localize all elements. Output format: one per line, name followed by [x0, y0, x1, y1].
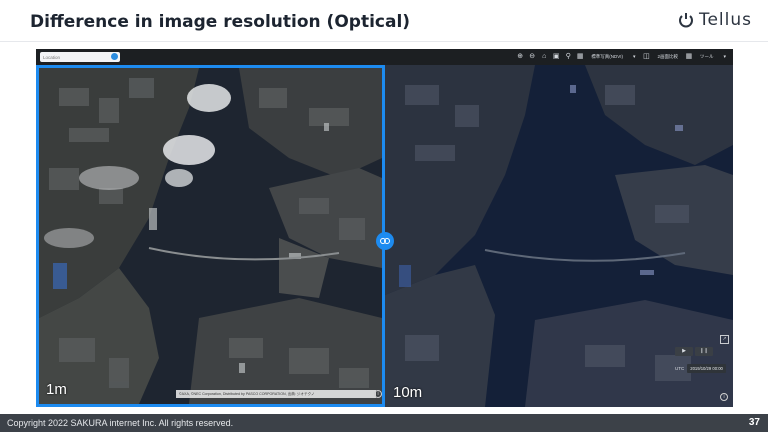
compare-button[interactable]: 2画面比較	[654, 52, 681, 62]
expand-icon[interactable]: ↗	[720, 335, 729, 344]
logo-text: Tellus	[698, 10, 752, 30]
map-viewer: ⊕ ⊖ ⌂ ▣ ⚲ ▦ 標準写真(NDVI) ▾ ◫ 2画面比較 ▦ ツール ▾	[36, 49, 733, 407]
copyright-text: Copyright 2022 SAKURA internet Inc. All …	[7, 418, 234, 428]
chevron-down-icon: ▾	[632, 54, 636, 60]
tools-menu[interactable]: ツール ▾	[697, 52, 729, 62]
slide-footer: Copyright 2022 SAKURA internet Inc. All …	[0, 414, 768, 432]
map-pane-left[interactable]: 1m ©AXA, ©NEC Corporation, Distributed b…	[36, 65, 385, 407]
utc-label: UTC	[675, 366, 685, 371]
map-book-icon[interactable]: ▣	[552, 53, 560, 61]
slide-title: Difference in image resolution (Optical)	[30, 12, 411, 32]
time-controls: ▶ ❙❙ UTC 2019/10/29 00:00	[675, 347, 729, 391]
resolution-label-right: 10m	[393, 384, 423, 401]
tools-grid-icon[interactable]: ▦	[685, 53, 693, 61]
link-icon	[380, 238, 390, 244]
map-toolbar: ⊕ ⊖ ⌂ ▣ ⚲ ▦ 標準写真(NDVI) ▾ ◫ 2画面比較 ▦ ツール ▾	[36, 49, 733, 65]
tellus-logo: Tellus	[678, 10, 752, 30]
location-search-input[interactable]	[40, 52, 120, 62]
chevron-down-icon: ▾	[723, 54, 726, 60]
home-icon[interactable]: ⌂	[540, 53, 548, 61]
zoom-in-icon[interactable]: ⊕	[516, 53, 524, 61]
zoom-out-icon[interactable]: ⊖	[528, 53, 536, 61]
title-divider	[0, 41, 768, 42]
swipe-divider-handle[interactable]	[376, 232, 394, 250]
tellus-logo-icon	[678, 13, 693, 28]
location-search-icon[interactable]	[111, 53, 118, 60]
map-attribution: ©AXA, ©NEC Corporation, Distributed by P…	[176, 390, 376, 398]
basemap-select[interactable]: 標準写真(NDVI) ▾	[588, 52, 638, 62]
pin-icon[interactable]: ⚲	[564, 53, 572, 61]
basemap-select-value: 標準写真(NDVI)	[591, 54, 623, 59]
grid-icon[interactable]: ▦	[576, 53, 584, 61]
toolbar-icons: ⊕ ⊖ ⌂ ▣ ⚲ ▦ 標準写真(NDVI) ▾ ◫ 2画面比較 ▦ ツール ▾	[516, 51, 729, 63]
info-icon[interactable]: i	[374, 390, 382, 398]
tools-label: ツール	[699, 54, 714, 59]
resolution-label-left: 1m	[46, 381, 67, 398]
page-number: 37	[748, 417, 760, 428]
split-view-icon[interactable]: ◫	[642, 53, 650, 61]
pause-button[interactable]: ❙❙	[695, 347, 713, 356]
info-icon[interactable]: i	[720, 393, 728, 401]
play-button[interactable]: ▶	[675, 347, 693, 356]
map-pane-right[interactable]: 10m ↗ ▶ ❙❙ UTC 2019/10/29 00:00 i	[385, 65, 733, 407]
utc-datetime-field[interactable]: 2019/10/29 00:00	[687, 364, 726, 373]
compare-label: 2画面比較	[657, 54, 678, 59]
satellite-image-1m	[39, 68, 382, 404]
